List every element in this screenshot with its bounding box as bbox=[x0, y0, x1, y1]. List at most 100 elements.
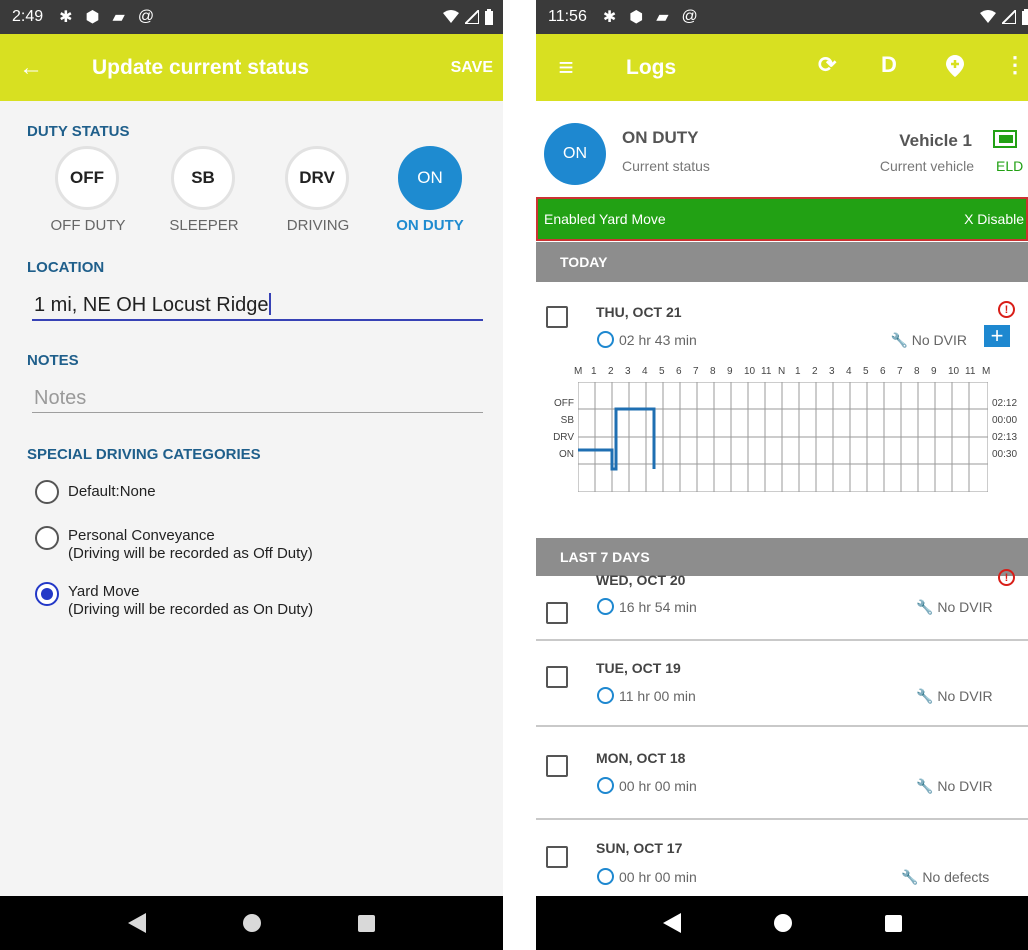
wifi-icon bbox=[443, 10, 459, 23]
at-sign-icon: @ bbox=[681, 8, 698, 25]
graph-hour-label: 7 bbox=[693, 366, 699, 377]
vehicle-subtitle: Current vehicle bbox=[879, 158, 974, 174]
back-triangle-icon[interactable] bbox=[662, 913, 681, 933]
current-status-subtitle: Current status bbox=[622, 158, 710, 174]
current-status-title: ON DUTY bbox=[622, 128, 699, 147]
today-log-checkbox[interactable] bbox=[546, 306, 568, 328]
graph-row-label: DRV bbox=[553, 432, 574, 443]
battery-icon bbox=[1022, 9, 1028, 25]
graph-hour-label: M bbox=[574, 366, 583, 377]
hamburger-menu-icon[interactable]: ≡ bbox=[536, 52, 596, 83]
graph-row-total: 00:00 bbox=[992, 415, 1018, 426]
log-dvir-status: 🔧 No defects bbox=[901, 869, 989, 886]
graph-hour-label: 1 bbox=[795, 366, 801, 377]
last-7-days-header: LAST 7 DAYS bbox=[536, 538, 1028, 576]
add-location-icon[interactable] bbox=[946, 55, 964, 77]
log-checkbox[interactable] bbox=[546, 666, 568, 688]
sd-card-icon: ▰ bbox=[656, 9, 669, 26]
graph-hour-label: 1 bbox=[591, 366, 597, 377]
driving-button[interactable]: DRV bbox=[285, 146, 349, 210]
log-checkbox[interactable] bbox=[546, 846, 568, 868]
violation-warning-icon: ! bbox=[998, 569, 1015, 586]
save-button[interactable]: SAVE bbox=[451, 59, 493, 77]
off-duty-button[interactable]: OFF bbox=[55, 146, 119, 210]
today-dvir-status: 🔧 No DVIR bbox=[871, 332, 967, 349]
add-dvir-button[interactable]: + bbox=[984, 323, 1010, 348]
system-nav-bar bbox=[0, 896, 503, 950]
log-hours: 11 hr 00 min bbox=[619, 688, 696, 704]
yard-move-radio[interactable] bbox=[35, 582, 59, 606]
notes-input[interactable]: Notes bbox=[34, 387, 86, 410]
graph-hour-label: 9 bbox=[727, 366, 733, 377]
page-title: Update current status bbox=[92, 55, 310, 79]
graph-hour-label: 6 bbox=[676, 366, 682, 377]
graph-hour-label: 3 bbox=[625, 366, 631, 377]
divider bbox=[536, 725, 1028, 727]
default-none-label: Default:None bbox=[68, 483, 156, 501]
clock-icon bbox=[597, 687, 614, 704]
graph-hour-labels: M 1 2 3 4 5 6 7 8 9 10 11 N 1 2 3 4 5 6 7 8 9 10 11 M bbox=[574, 366, 994, 380]
on-duty-label: ON DUTY bbox=[396, 217, 464, 234]
status-bar: 11:56 ✱ ⬢ ▰ @ bbox=[536, 0, 1028, 34]
home-circle-icon[interactable] bbox=[242, 914, 261, 932]
graph-row-total: 02:12 bbox=[992, 398, 1018, 409]
on-duty-button[interactable]: ON bbox=[398, 146, 462, 210]
notes-underline bbox=[32, 412, 483, 413]
eld-label: ELD bbox=[996, 158, 1024, 174]
text-cursor bbox=[268, 293, 271, 315]
yard-move-banner-text: Enabled Yard Move bbox=[544, 211, 666, 227]
clock-icon bbox=[597, 777, 614, 794]
back-triangle-icon[interactable] bbox=[128, 913, 147, 933]
shield-icon: ⬢ bbox=[629, 9, 644, 26]
graph-hour-label: 2 bbox=[608, 366, 614, 377]
default-none-title: Default:None bbox=[68, 483, 156, 500]
graph-hour-label: 6 bbox=[880, 366, 886, 377]
personal-conveyance-title: Personal Conveyance bbox=[68, 527, 215, 544]
logs-screen: 11:56 ✱ ⬢ ▰ @ ≡ Logs ⟳ D ⋮ ON ON DUTY Cu… bbox=[536, 0, 1028, 950]
more-vert-icon[interactable]: ⋮ bbox=[1004, 52, 1026, 78]
log-date: SUN, OCT 17 bbox=[596, 840, 683, 856]
location-label: LOCATION bbox=[27, 259, 105, 276]
battery-icon bbox=[485, 9, 493, 25]
status-circle[interactable]: ON bbox=[544, 123, 606, 185]
log-dvir-text: No defects bbox=[922, 869, 990, 885]
default-none-radio[interactable] bbox=[35, 480, 59, 504]
clock-time: 11:56 bbox=[548, 8, 587, 25]
status-bar: 2:49 ✱ ⬢ ▰ @ bbox=[0, 0, 503, 34]
graph-hour-label: 5 bbox=[863, 366, 869, 377]
graph-row-total: 00:30 bbox=[992, 449, 1018, 460]
wifi-icon bbox=[980, 10, 996, 23]
location-input[interactable]: 1 mi, NE OH Locust Ridge bbox=[34, 293, 271, 317]
signal-icon bbox=[465, 10, 479, 24]
log-date: TUE, OCT 19 bbox=[596, 660, 681, 676]
today-log-hours: 02 hr 43 min bbox=[619, 332, 697, 348]
disable-yard-move-button[interactable]: X Disable bbox=[964, 211, 1024, 227]
personal-conveyance-note: (Driving will be recorded as Off Duty) bbox=[68, 545, 313, 562]
system-nav-bar bbox=[536, 896, 1028, 950]
wrench-icon: 🔧 bbox=[916, 599, 934, 615]
page-title: Logs bbox=[626, 55, 677, 79]
back-arrow-icon[interactable]: ← bbox=[2, 54, 60, 82]
today-header: TODAY bbox=[536, 242, 1028, 282]
recents-square-icon[interactable] bbox=[357, 914, 375, 932]
log-checkbox[interactable] bbox=[546, 755, 568, 777]
off-duty-label: OFF DUTY bbox=[50, 217, 126, 234]
app-bar: ← Update current status SAVE bbox=[0, 34, 503, 101]
log-checkbox[interactable] bbox=[546, 602, 568, 624]
graph-row-label: OFF bbox=[554, 398, 574, 409]
graph-hour-label: M bbox=[982, 366, 991, 377]
graph-hour-label: 3 bbox=[829, 366, 835, 377]
sleeper-button[interactable]: SB bbox=[171, 146, 235, 210]
app-bar: ≡ Logs ⟳ D ⋮ bbox=[536, 34, 1028, 101]
recents-square-icon[interactable] bbox=[884, 914, 902, 932]
cast-connected-icon[interactable] bbox=[993, 130, 1017, 148]
wrench-icon: 🔧 bbox=[916, 778, 934, 794]
sync-icon[interactable]: ⟳ bbox=[818, 52, 836, 78]
personal-conveyance-radio[interactable] bbox=[35, 526, 59, 550]
driving-label: DRIVING bbox=[286, 217, 350, 234]
d-button[interactable]: D bbox=[881, 52, 897, 78]
duty-status-label: DUTY STATUS bbox=[27, 123, 130, 140]
home-circle-icon[interactable] bbox=[773, 914, 792, 932]
today-dvir-text: No DVIR bbox=[911, 332, 967, 348]
graph-hour-label: 10 bbox=[744, 366, 756, 377]
